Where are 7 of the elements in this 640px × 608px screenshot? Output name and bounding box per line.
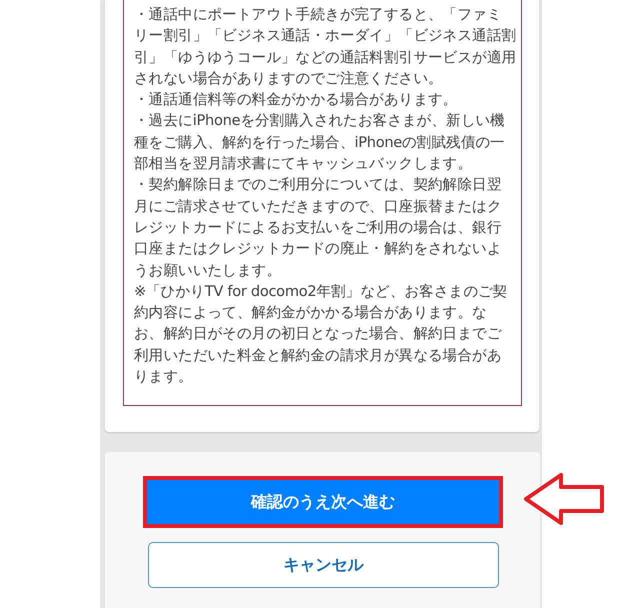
notice-paragraph: ・通話中にポートアウト手続きが完了すると、「ファミ リー割引」「ビジネス通話・ホーダイ」「ビジネス通話割 引」「ゆうゆうコール」などの通話料割引サービスが適用 されない場合がありますのでご注意ください。 [134,5,516,89]
notice-paragraph: ・通話通信料等の料金がかかる場合があります。 [134,90,458,110]
notice-paragraph: ※「ひかりTV for docomo2年割」など、お客さまのご契 約内容によって、解約金がかかる場合があります。な お、解約日がその月の初日となった場合、解約日までご 利用いただいた料金と解約金の請求月が異なる場合があ ります。 [134,282,508,388]
notice-paragraph: ・契約解除日までのご利用分については、契約解除日翌 月にご請求させていただきますので、口座振替またはク レジットカードによるお支払いをご利用の場合は、銀行 口座またはクレジットカードの廃止・解約をされないよ うお願いいたします。 [134,175,502,281]
next-button[interactable]: 確認のうえ次へ進む [143,476,503,528]
notice-paragraph: ・過去にiPhoneを分割購入されたお客さまが、新しい機 種をご購入、解約を行った場合、iPhoneの割賦残債の一 部相当を翌月請求書にてキャッシュバックします。 [134,111,505,174]
cancel-button[interactable]: キャンセル [148,542,499,588]
